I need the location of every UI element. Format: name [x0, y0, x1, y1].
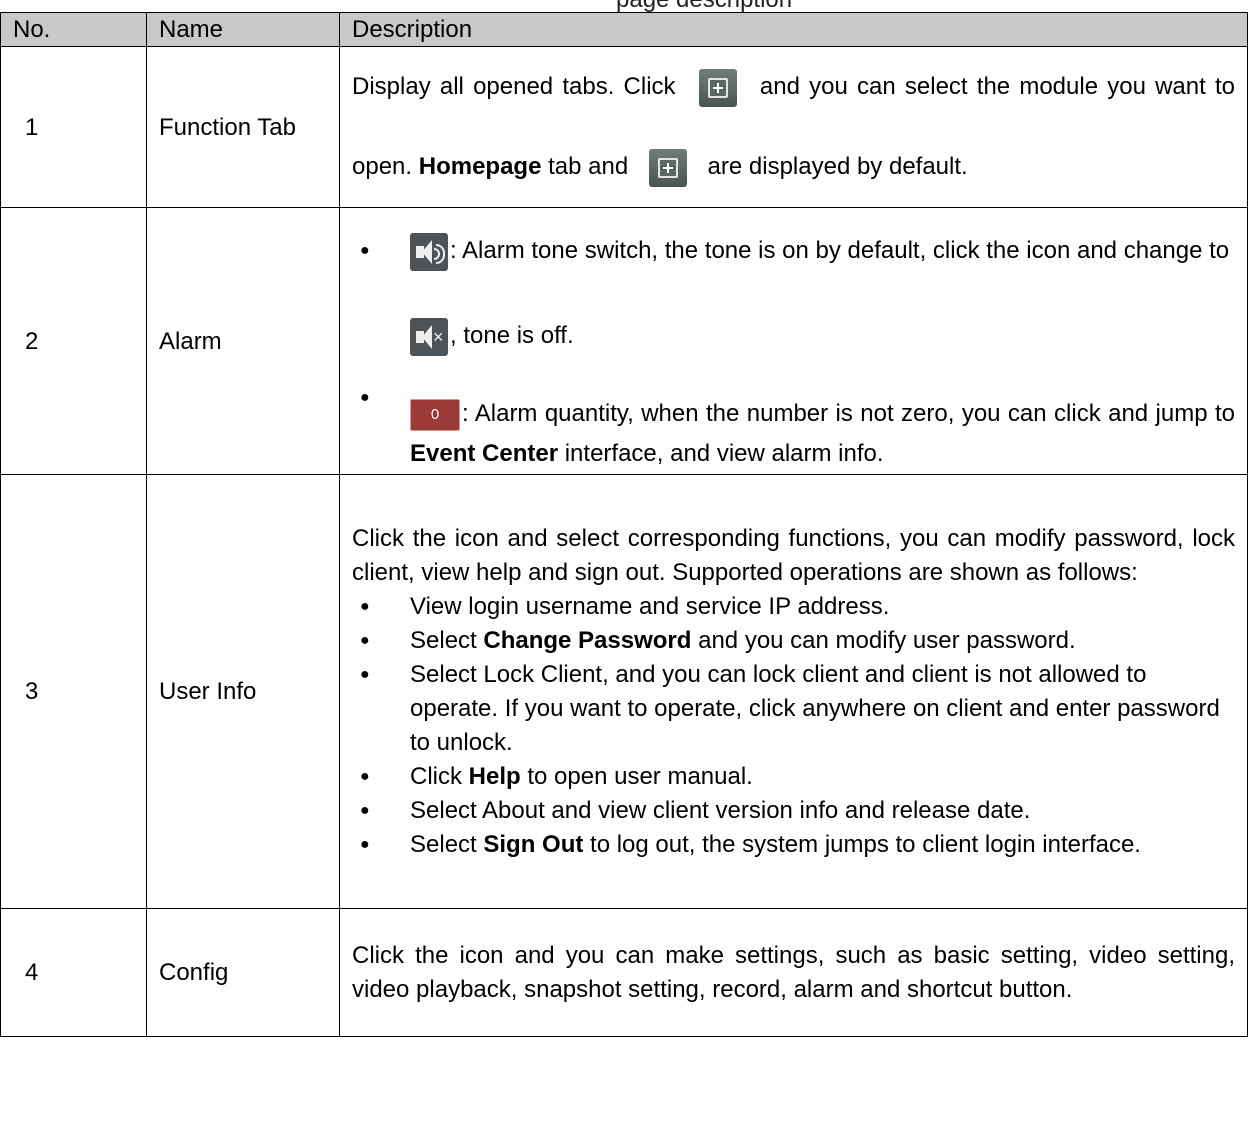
- bullet-dot-icon: ●: [360, 631, 370, 649]
- row-name: Alarm: [146, 207, 340, 475]
- table-row: 4 Config Click the icon and you can make…: [0, 908, 1248, 1037]
- bullet-dot-icon: ●: [360, 767, 370, 785]
- header-description: Description: [339, 12, 1248, 47]
- desc-text: are displayed by default.: [707, 153, 968, 180]
- plus-square-icon: [698, 68, 737, 107]
- row-name: User Info: [146, 474, 340, 909]
- desc-text: tab and: [548, 153, 629, 180]
- row-description: Click the icon and select corresponding …: [339, 474, 1248, 909]
- row-number: 2: [0, 207, 147, 475]
- bold-term: Homepage: [418, 153, 542, 180]
- list-item: ● Select Sign Out to log out, the system…: [352, 828, 1235, 862]
- desc-text: Click: [410, 762, 462, 790]
- desc-text: Select Lock Client, and you can lock cli…: [410, 660, 1220, 756]
- desc-text: Display all opened tabs. Click: [352, 73, 676, 100]
- desc-text: View login username and service IP addre…: [410, 592, 890, 620]
- list-item: ● 0: Alarm quantity, when the number is …: [352, 378, 1235, 474]
- list-item: ● Select About and view client version i…: [352, 794, 1235, 828]
- list-item: ● Click Help to open user manual.: [352, 760, 1235, 794]
- desc-text: , tone is off.: [450, 322, 574, 349]
- desc-text: interface, and view alarm info.: [564, 440, 884, 467]
- cropped-caption: page description: [0, 0, 1249, 12]
- bold-term: Sign Out: [483, 830, 584, 858]
- header-name: Name: [146, 12, 340, 47]
- bullet-dot-icon: ●: [360, 242, 370, 259]
- row-description: Display all opened tabs. Click and you c…: [339, 46, 1248, 208]
- bullet-list: ● : Alarm tone switch, the tone is on by…: [352, 208, 1235, 474]
- row-number: 1: [0, 46, 147, 208]
- row-number: 3: [0, 474, 147, 909]
- table-row: 2 Alarm ● : Alarm tone switch, the tone …: [0, 207, 1248, 475]
- row-description: Click the icon and you can make settings…: [339, 908, 1248, 1037]
- alarm-count-badge: 0: [410, 398, 460, 431]
- row-name: Function Tab: [146, 46, 340, 208]
- bold-term: Help: [468, 762, 521, 790]
- desc-text: and you can modify user password.: [698, 626, 1076, 654]
- desc-text: Select: [410, 830, 477, 858]
- list-item: ● : Alarm tone switch, the tone is on by…: [352, 208, 1235, 378]
- plus-square-icon: [648, 148, 687, 187]
- table-row: 3 User Info Click the icon and select co…: [0, 474, 1248, 909]
- desc-text: to log out, the system jumps to client l…: [590, 830, 1141, 858]
- header-no: No.: [0, 12, 147, 47]
- description-table: No. Name Description 1 Function Tab Disp…: [0, 12, 1248, 1037]
- bullet-dot-icon: ●: [360, 665, 370, 683]
- desc-text: to open user manual.: [527, 762, 753, 790]
- desc-text: Select About and view client version inf…: [410, 796, 1031, 824]
- row-description: ● : Alarm tone switch, the tone is on by…: [339, 207, 1248, 475]
- bullet-dot-icon: ●: [360, 389, 370, 406]
- desc-text: : Alarm tone switch, the tone is on by d…: [450, 237, 1230, 264]
- table-row: 1 Function Tab Display all opened tabs. …: [0, 46, 1248, 208]
- row-name: Config: [146, 908, 340, 1037]
- bullet-list: ● View login username and service IP add…: [352, 590, 1235, 862]
- bullet-dot-icon: ●: [360, 801, 370, 819]
- speaker-muted-icon: ×: [410, 317, 448, 356]
- desc-intro: Click the icon and select corresponding …: [352, 524, 1235, 586]
- bullet-dot-icon: ●: [360, 597, 370, 615]
- row-number: 4: [0, 908, 147, 1037]
- table-header-row: No. Name Description: [0, 12, 1248, 47]
- list-item: ● Select Lock Client, and you can lock c…: [352, 658, 1235, 760]
- bold-term: Event Center: [410, 440, 559, 467]
- cropped-caption-text: page description: [616, 0, 792, 12]
- bullet-dot-icon: ●: [360, 835, 370, 853]
- bold-term: Change Password: [483, 626, 692, 654]
- list-item: ● View login username and service IP add…: [352, 590, 1235, 624]
- desc-text: : Alarm quantity, when the number is not…: [462, 400, 1235, 427]
- speaker-on-icon: [410, 232, 448, 271]
- list-item: ● Select Change Password and you can mod…: [352, 624, 1235, 658]
- desc-text: Select: [410, 626, 477, 654]
